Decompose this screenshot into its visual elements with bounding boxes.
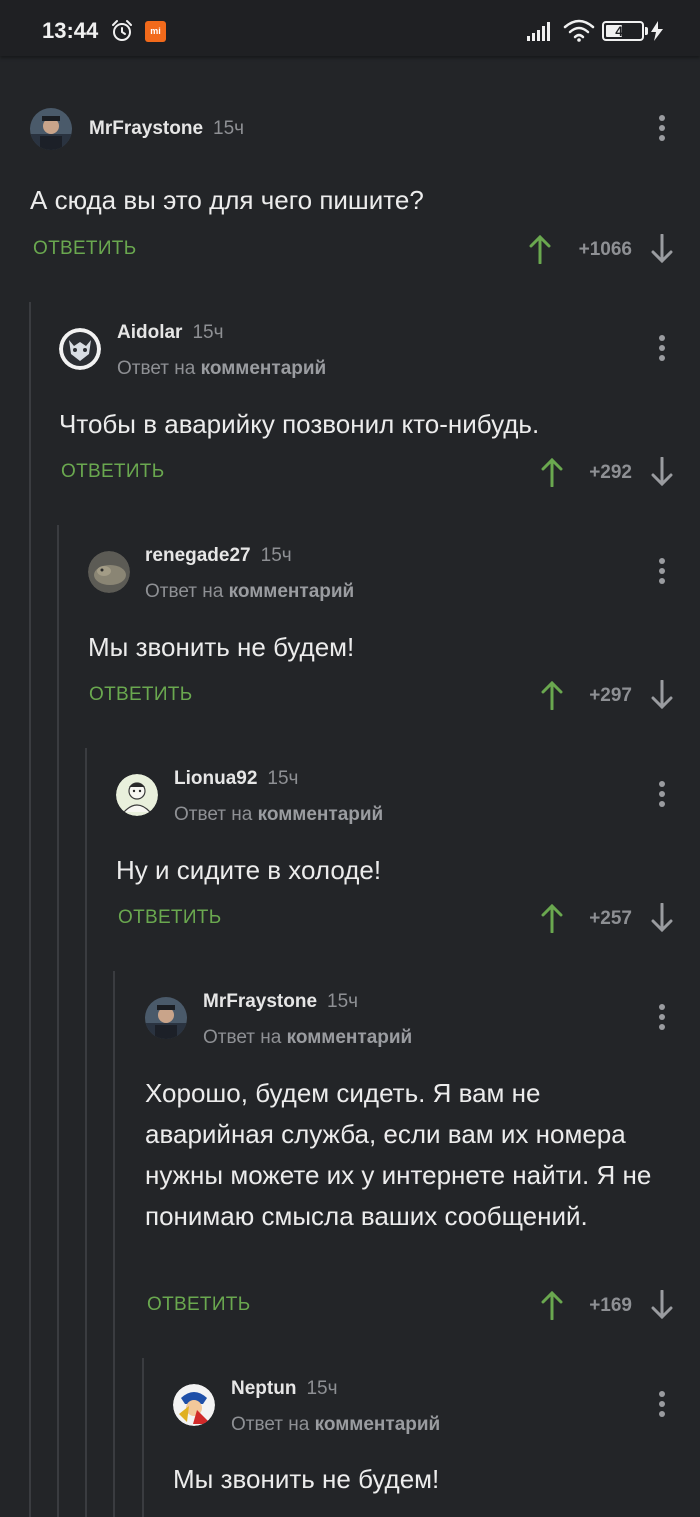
comment-time: 15ч [327,991,359,1012]
avatar[interactable] [59,328,101,370]
vote-score: +257 [589,908,632,929]
reply-to-line: Ответ на комментарий [117,358,326,380]
status-bar: 13:44 mi 46 [0,0,700,56]
username-text[interactable]: MrFraystone [203,991,317,1012]
downvote-arrow-icon[interactable] [651,903,673,933]
alarm-icon [112,20,132,41]
more-menu-icon[interactable] [658,1003,666,1031]
vote-score: +292 [589,462,632,483]
avatar[interactable] [173,1384,215,1426]
reply-to-prefix: Ответ на [145,581,224,602]
comment-text: Мы звонить не будем! [173,1464,440,1494]
more-menu-icon[interactable] [658,114,666,142]
comment-text: Чтобы в аварийку позвонил кто-нибудь. [59,409,540,439]
reply-to-prefix: Ответ на [174,804,253,825]
username-text[interactable]: MrFraystone [89,118,203,139]
comment-time: 15ч [260,545,292,566]
reply-to-line: Ответ на комментарий [231,1414,440,1436]
vote-score: +297 [589,685,632,706]
more-menu-icon[interactable] [658,1390,666,1418]
thread-line [85,748,87,1517]
vote-score: +169 [589,1295,632,1316]
thread-line [29,302,31,1517]
username[interactable]: Neptun 15ч [231,1378,337,1400]
comment-text: Мы звонить не будем! [88,632,355,662]
battery-percent: 46 [615,23,631,39]
thread-line [57,525,59,1517]
comment-time: 15ч [213,118,245,139]
comment-time: 15ч [192,322,224,343]
reply-to-prefix: Ответ на [117,358,196,379]
downvote-arrow-icon[interactable] [651,680,673,710]
signal-icon [527,22,550,41]
reply-button[interactable]: ОТВЕТИТЬ [89,684,192,706]
comment-time: 15ч [267,768,299,789]
more-menu-icon[interactable] [658,780,666,808]
more-menu-icon[interactable] [658,334,666,362]
thread-line [113,971,115,1517]
reply-to-line: Ответ на комментарий [174,804,383,826]
username[interactable]: MrFraystone 15ч [89,118,244,140]
comment-text: Ну и сидите в холоде! [116,855,382,885]
reply-to-link[interactable]: комментарий [201,358,327,379]
downvote-arrow-icon[interactable] [651,234,673,264]
battery-tip [645,27,648,35]
comment-time: 15ч [306,1378,338,1399]
avatar[interactable] [88,551,130,593]
avatar[interactable] [30,108,72,150]
username-text[interactable]: Lionua92 [174,768,257,789]
upvote-arrow-icon[interactable] [529,234,551,264]
wifi-icon [563,19,595,42]
username[interactable]: Aidolar 15ч [117,322,224,344]
reply-to-link[interactable]: комментарий [229,581,355,602]
username[interactable]: renegade27 15ч [145,545,292,567]
username[interactable]: Lionua92 15ч [174,768,298,790]
reply-to-prefix: Ответ на [231,1414,310,1435]
avatar[interactable] [145,997,187,1039]
reply-button[interactable]: ОТВЕТИТЬ [33,238,136,260]
username-text[interactable]: Neptun [231,1378,296,1399]
comment-text: А сюда вы это для чего пишите? [30,185,424,215]
username-text[interactable]: Aidolar [117,322,182,343]
reply-to-link[interactable]: комментарий [287,1027,413,1048]
reply-to-link[interactable]: комментарий [258,804,384,825]
battery-icon: 46 [602,21,644,41]
reply-to-line: Ответ на комментарий [145,581,354,603]
downvote-arrow-icon[interactable] [651,1290,673,1320]
charging-bolt-icon [651,21,663,41]
reply-button[interactable]: ОТВЕТИТЬ [118,907,221,929]
status-time: 13:44 [42,18,99,43]
vote-score: +1066 [578,239,632,260]
thread-line [142,1358,144,1517]
mi-icon: mi [145,21,166,42]
downvote-arrow-icon[interactable] [651,457,673,487]
reply-to-prefix: Ответ на [203,1027,282,1048]
reply-button[interactable]: ОТВЕТИТЬ [147,1294,250,1316]
username-text[interactable]: renegade27 [145,545,251,566]
reply-to-line: Ответ на комментарий [203,1027,412,1049]
avatar[interactable] [116,774,158,816]
reply-to-link[interactable]: комментарий [315,1414,441,1435]
more-menu-icon[interactable] [658,557,666,585]
reply-button[interactable]: ОТВЕТИТЬ [61,461,164,483]
comment-text: Хорошо, будем сидеть. Я вам не аварийная… [145,1078,652,1231]
username[interactable]: MrFraystone 15ч [203,991,358,1013]
